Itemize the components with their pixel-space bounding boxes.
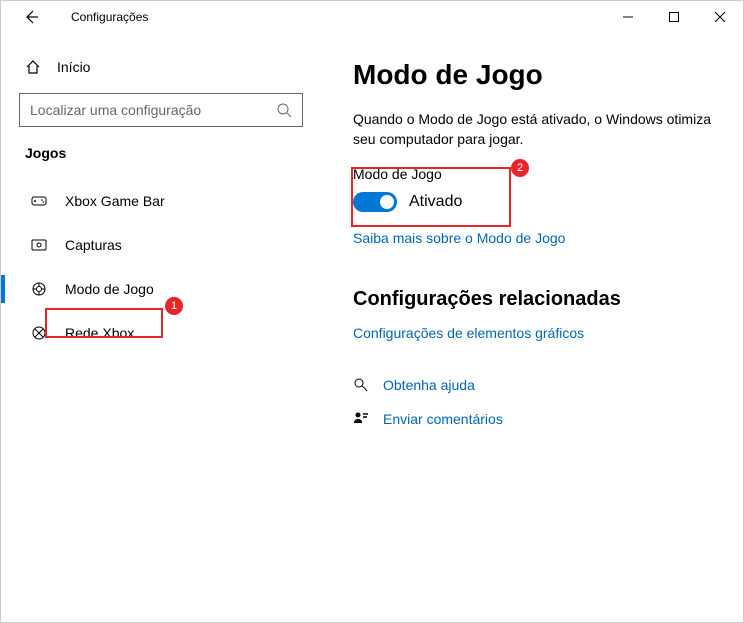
- help-row: Obtenha ajuda: [353, 377, 713, 393]
- toggle-state-label: Ativado: [409, 193, 462, 211]
- page-heading: Modo de Jogo: [353, 59, 713, 91]
- learn-more-link[interactable]: Saiba mais sobre o Modo de Jogo: [353, 230, 713, 246]
- sidebar-item-label: Rede Xbox: [65, 325, 134, 341]
- titlebar: Configurações: [1, 1, 743, 33]
- related-link[interactable]: Configurações de elementos gráficos: [353, 325, 713, 341]
- close-icon: [715, 12, 725, 22]
- window-controls: [605, 1, 743, 33]
- home-link[interactable]: Início: [19, 53, 303, 93]
- minimize-button[interactable]: [605, 1, 651, 33]
- feedback-icon: [353, 411, 369, 427]
- feedback-row: Enviar comentários: [353, 411, 713, 427]
- arrow-left-icon: [23, 9, 39, 25]
- sidebar-item-label: Modo de Jogo: [65, 281, 154, 297]
- sidebar-item-label: Capturas: [65, 237, 122, 253]
- sidebar-item-captures[interactable]: Capturas: [19, 223, 303, 267]
- help-link[interactable]: Obtenha ajuda: [383, 377, 475, 393]
- section-label: Jogos: [25, 145, 303, 161]
- back-button[interactable]: [15, 1, 47, 33]
- window-title: Configurações: [71, 10, 148, 24]
- maximize-button[interactable]: [651, 1, 697, 33]
- minimize-icon: [623, 12, 633, 22]
- sidebar-item-xbox-network[interactable]: Rede Xbox: [19, 311, 303, 355]
- captures-icon: [31, 237, 47, 253]
- home-icon: [25, 59, 41, 75]
- search-icon: [276, 102, 292, 118]
- related-heading: Configurações relacionadas: [353, 288, 713, 311]
- feedback-link[interactable]: Enviar comentários: [383, 411, 503, 427]
- sidebar-item-game-mode[interactable]: Modo de Jogo: [19, 267, 303, 311]
- maximize-icon: [669, 12, 679, 22]
- sidebar-item-label: Xbox Game Bar: [65, 193, 165, 209]
- close-button[interactable]: [697, 1, 743, 33]
- game-mode-toggle[interactable]: [353, 192, 397, 212]
- page-description: Quando o Modo de Jogo está ativado, o Wi…: [353, 109, 713, 150]
- home-label: Início: [57, 59, 90, 75]
- toggle-section: Modo de Jogo Ativado: [353, 166, 713, 212]
- sidebar: Início Localizar uma configuração Jogos …: [1, 33, 321, 622]
- main-content: Modo de Jogo Quando o Modo de Jogo está …: [321, 33, 743, 622]
- sidebar-item-xbox-game-bar[interactable]: Xbox Game Bar: [19, 179, 303, 223]
- game-bar-icon: [31, 193, 47, 209]
- search-placeholder: Localizar uma configuração: [30, 102, 276, 118]
- help-icon: [353, 377, 369, 393]
- toggle-label: Modo de Jogo: [353, 166, 713, 182]
- search-input[interactable]: Localizar uma configuração: [19, 93, 303, 127]
- game-mode-icon: [31, 281, 47, 297]
- xbox-network-icon: [31, 325, 47, 341]
